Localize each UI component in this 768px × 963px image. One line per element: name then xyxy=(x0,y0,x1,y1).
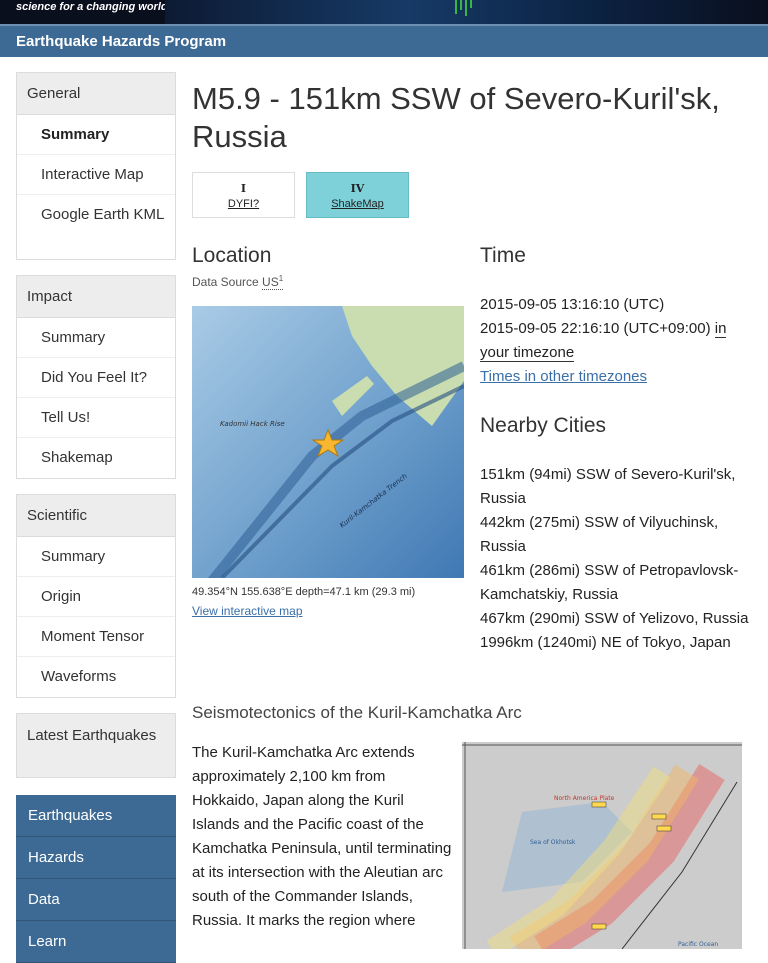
usgs-tagline: science for a changing world xyxy=(16,1,168,13)
seismotectonics-map[interactable]: North America Plate Sea of Okhotsk Pacif… xyxy=(462,742,742,949)
program-title[interactable]: Earthquake Hazards Program xyxy=(16,33,226,50)
time-local: 2015-09-05 22:16:10 (UTC+09:00) in your … xyxy=(480,320,727,362)
shakemap-button[interactable]: IV ShakeMap xyxy=(306,172,409,218)
nearby-city: 151km (94mi) SSW of Severo-Kuril'sk, Rus… xyxy=(480,466,736,507)
dyfi-button[interactable]: I DYFI? xyxy=(192,172,295,218)
seismotectonics-text: The Kuril-Kamchatka Arc extends approxim… xyxy=(192,744,452,929)
time-utc: 2015-09-05 13:16:10 (UTC) xyxy=(480,296,665,313)
page-title: M5.9 - 151km SSW of Severo-Kuril'sk, Rus… xyxy=(192,81,720,154)
nav-item-tell-us[interactable]: Tell Us! xyxy=(17,398,175,438)
banner-graphic xyxy=(165,0,768,24)
nearby-city: 467km (290mi) SSW of Yelizovo, Russia xyxy=(480,610,749,627)
nav-item-google-earth-kml[interactable]: Google Earth KML xyxy=(17,195,175,259)
nav-item-moment-tensor[interactable]: Moment Tensor xyxy=(17,617,175,657)
time-block: 2015-09-05 13:16:10 (UTC) 2015-09-05 22:… xyxy=(480,293,750,389)
data-source: Data Source US1 xyxy=(192,274,284,290)
nearby-city: 442km (275mi) SSW of Vilyuchinsk, Russia xyxy=(480,514,719,555)
nearby-cities-list: 151km (94mi) SSW of Severo-Kuril'sk, Rus… xyxy=(480,463,750,655)
site-nav-earthquakes[interactable]: Earthquakes xyxy=(16,795,176,837)
nav-item-waveforms[interactable]: Waveforms xyxy=(17,657,175,697)
dyfi-intensity: I xyxy=(240,182,247,195)
seismap-label-pacific: Pacific Ocean xyxy=(678,941,718,948)
location-map[interactable]: Kadomii Hack Rise Kuril-Kamchatka Trench xyxy=(192,306,464,578)
seismotectonics-title: Seismotectonics of the Kuril-Kamchatka A… xyxy=(192,703,522,722)
site-nav-hazards[interactable]: Hazards xyxy=(16,837,176,879)
nav-item-interactive-map[interactable]: Interactive Map xyxy=(17,155,175,195)
nav-item-dyfi[interactable]: Did You Feel It? xyxy=(17,358,175,398)
seismotectonics-map-graphic: North America Plate Sea of Okhotsk Pacif… xyxy=(462,742,742,949)
data-source-prefix: Data Source xyxy=(192,275,259,289)
shakemap-intensity: IV xyxy=(350,182,365,195)
nav-item-impact-summary[interactable]: Summary xyxy=(17,318,175,358)
nav-group-scientific: Scientific Summary Origin Moment Tensor … xyxy=(16,494,176,698)
nav-group-impact-title: Impact xyxy=(17,276,175,318)
nav-group-impact: Impact Summary Did You Feel It? Tell Us!… xyxy=(16,275,176,479)
data-source-network[interactable]: US1 xyxy=(262,274,284,290)
location-map-graphic: Kadomii Hack Rise Kuril-Kamchatka Trench xyxy=(192,306,464,578)
other-timezones-link[interactable]: Times in other timezones xyxy=(480,365,750,389)
site-nav-learn[interactable]: Learn xyxy=(16,921,176,963)
nav-item-origin[interactable]: Origin xyxy=(17,577,175,617)
time-heading: Time xyxy=(480,244,526,267)
nav-group-general: General Summary Interactive Map Google E… xyxy=(16,72,176,260)
nearby-city: 1996km (1240mi) NE of Tokyo, Japan xyxy=(480,634,731,651)
nav-item-summary[interactable]: Summary xyxy=(17,115,175,155)
location-heading: Location xyxy=(192,244,272,267)
program-bar[interactable]: Earthquake Hazards Program xyxy=(0,24,768,57)
nearby-city: 461km (286mi) SSW of Petropavlovsk-Kamch… xyxy=(480,562,739,603)
nav-item-shakemap[interactable]: Shakemap xyxy=(17,438,175,478)
seismap-label-sea: Sea of Okhotsk xyxy=(530,839,576,846)
shakemap-label: ShakeMap xyxy=(331,198,384,210)
nav-group-scientific-title: Scientific xyxy=(17,495,175,537)
nav-group-general-title: General xyxy=(17,73,175,115)
map-label-rise: Kadomii Hack Rise xyxy=(220,420,285,428)
latest-earthquakes-link[interactable]: Latest Earthquakes xyxy=(16,713,176,778)
usgs-top-bar: science for a changing world xyxy=(0,0,768,24)
nearby-cities-heading: Nearby Cities xyxy=(480,414,607,437)
site-nav-data[interactable]: Data xyxy=(16,879,176,921)
epicenter-coordinates: 49.354°N 155.638°E depth=47.1 km (29.3 m… xyxy=(192,586,416,598)
nav-item-scientific-summary[interactable]: Summary xyxy=(17,537,175,577)
view-interactive-map-link[interactable]: View interactive map xyxy=(192,604,303,618)
dyfi-label: DYFI? xyxy=(227,198,260,210)
seismap-label-plate: North America Plate xyxy=(554,795,615,802)
site-nav: Earthquakes Hazards Data Learn xyxy=(16,795,176,963)
